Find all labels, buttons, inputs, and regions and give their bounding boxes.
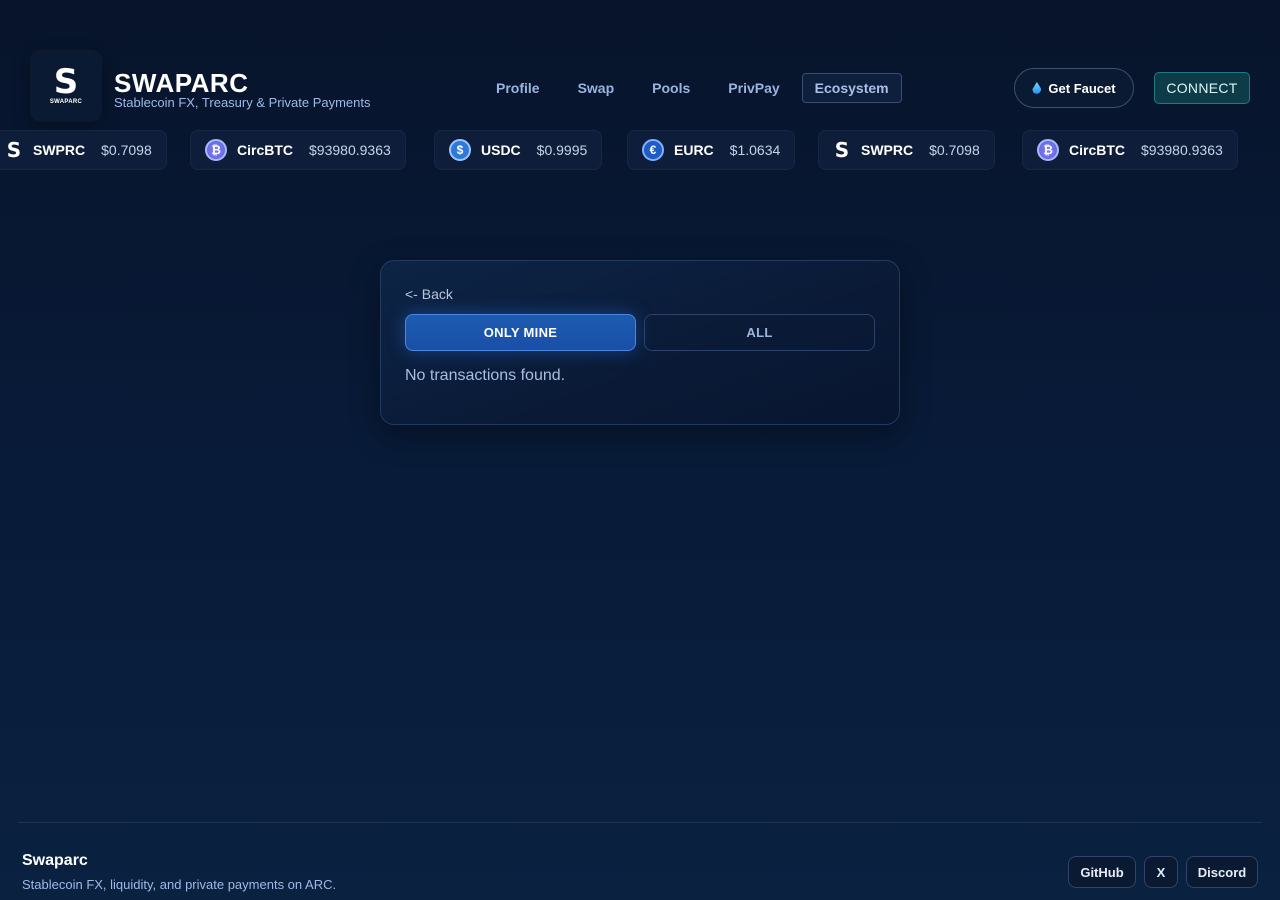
ticker-price: $1.0634	[729, 142, 781, 158]
ticker-symbol: SWPRC	[33, 142, 86, 158]
nav-pools[interactable]: Pools	[636, 74, 706, 102]
discord-link-button[interactable]: Discord	[1186, 856, 1258, 888]
get-faucet-button[interactable]: Get Faucet	[1014, 68, 1134, 108]
empty-state-message: No transactions found.	[405, 367, 566, 384]
logo-wordmark: SWAPARC	[49, 99, 83, 105]
ticker-symbol: SWPRC	[861, 142, 914, 158]
ticker-item: ₿ CircBTC $93980.9363	[190, 130, 406, 170]
brand-subtitle: Stablecoin FX, Treasury & Private Paymen…	[114, 95, 371, 110]
ticker-price: $0.9995	[536, 142, 588, 158]
nav-profile[interactable]: Profile	[480, 74, 556, 102]
ticker-price: $0.7098	[929, 142, 980, 158]
ticker-symbol: CircBTC	[1069, 142, 1126, 158]
x-link-button[interactable]: X	[1144, 856, 1178, 888]
transactions-card: <- Back ONLY MINE ALL No transactions fo…	[380, 260, 900, 425]
footer-divider	[18, 822, 1262, 823]
bitcoin-icon: ₿	[205, 139, 227, 161]
ticker-item: ₿ CircBTC $93980.9363	[1022, 130, 1238, 170]
nav-privpay[interactable]: PrivPay	[712, 74, 795, 102]
footer-title: Swaparc	[22, 852, 88, 869]
eurc-icon: €	[642, 139, 664, 161]
ticker-item: $ USDC $0.9995	[434, 130, 603, 170]
bitcoin-icon: ₿	[1037, 139, 1059, 161]
footer-subtitle: Stablecoin FX, liquidity, and private pa…	[22, 877, 337, 892]
ticker-price: $0.7098	[101, 142, 152, 158]
connect-button[interactable]: CONNECT	[1154, 72, 1250, 104]
back-link[interactable]: <- Back	[405, 286, 453, 302]
ticker-symbol: CircBTC	[237, 142, 294, 158]
price-ticker: S SWPRC $0.7098 ₿ CircBTC $93980.9363 $ …	[0, 130, 1280, 170]
ticker-price: $93980.9363	[1141, 142, 1223, 158]
swprc-icon: S	[834, 138, 850, 162]
filter-only-mine-button[interactable]: ONLY MINE	[405, 314, 636, 351]
usdc-icon: $	[449, 139, 471, 161]
app-header: S SWAPARC SWAPARC Stablecoin FX, Treasur…	[0, 0, 1280, 130]
filter-all-button[interactable]: ALL	[644, 314, 875, 351]
github-link-button[interactable]: GitHub	[1068, 856, 1136, 888]
logo-letter: S	[53, 62, 79, 102]
ticker-symbol: EURC	[674, 142, 714, 158]
nav-ecosystem[interactable]: Ecosystem	[801, 73, 902, 103]
swaparc-logo[interactable]: S SWAPARC	[31, 51, 101, 121]
ticker-price: $93980.9363	[309, 142, 391, 158]
get-faucet-label: Get Faucet	[1048, 80, 1116, 96]
ticker-symbol: USDC	[481, 142, 521, 158]
ticker-item: € EURC $1.0634	[627, 130, 796, 170]
water-drop-icon	[1032, 82, 1042, 94]
nav-swap[interactable]: Swap	[562, 74, 631, 102]
ticker-item: S SWPRC $0.7098	[0, 130, 167, 170]
main-nav: Profile Swap Pools PrivPay Ecosystem	[480, 73, 908, 103]
ticker-item: S SWPRC $0.7098	[818, 130, 995, 170]
swprc-icon: S	[6, 138, 22, 162]
